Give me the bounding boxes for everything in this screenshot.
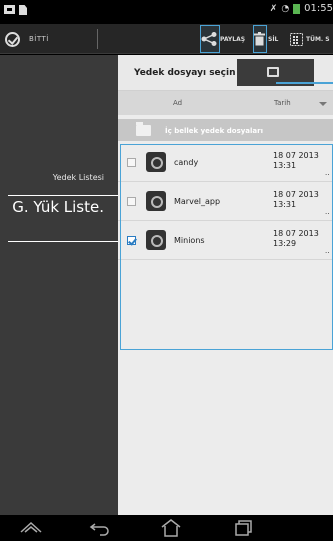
panel-title: Yedek dosyayı seçin [134, 68, 236, 78]
divider [97, 29, 98, 49]
trash-icon [254, 32, 265, 46]
home-button[interactable] [158, 518, 184, 538]
column-header: Ad Tarih [118, 91, 333, 115]
collapse-button[interactable] [18, 518, 44, 538]
file-icon [19, 5, 27, 15]
navigation-bar [0, 515, 333, 541]
notification-icon [4, 5, 15, 14]
back-icon [89, 523, 109, 536]
backup-list-title: Yedek Listesi [52, 173, 104, 182]
section-header: İç bellek yedek dosyaları [118, 119, 333, 141]
backup-list-name[interactable]: G. Yük Liste. [4, 198, 104, 217]
mute-icon: ✗ [269, 3, 278, 14]
select-all-icon [290, 32, 303, 46]
divider-top [8, 195, 118, 196]
sort-arrow-icon[interactable] [319, 102, 327, 106]
clock: 01:55 [304, 3, 333, 14]
select-all-label: TÜM. S [306, 35, 330, 43]
status-icons-left [4, 5, 27, 15]
back-button[interactable] [88, 518, 114, 538]
delete-label: SİL [268, 35, 279, 43]
list-highlight [120, 144, 333, 350]
action-bar: BİTTİ PAYLAŞ SİL TÜM. S [0, 24, 333, 54]
select-all-button[interactable]: TÜM. S [290, 28, 330, 50]
folder-icon [267, 67, 279, 77]
recents-button[interactable] [230, 518, 256, 538]
share-button[interactable]: PAYLAŞ [201, 28, 245, 50]
section-label: İç bellek yedek dosyaları [165, 127, 263, 135]
right-panel: Yedek dosyayı seçin Ad Tarih İç bellek y… [118, 55, 333, 515]
column-date[interactable]: Tarih [274, 99, 291, 107]
column-name[interactable]: Ad [173, 99, 182, 107]
battery-icon [293, 3, 301, 14]
panel-header: Yedek dosyayı seçin [118, 55, 333, 91]
status-bar: ✗ ◔ 01:55 [0, 0, 333, 24]
share-label: PAYLAŞ [220, 35, 246, 43]
chevron-up-icon [20, 521, 42, 533]
folder-highlight [276, 82, 333, 84]
share-icon [201, 32, 217, 46]
recents-icon [235, 520, 252, 536]
done-label: BİTTİ [29, 35, 49, 43]
wifi-icon: ◔ [281, 3, 290, 14]
status-icons-right: ✗ ◔ 01:55 [270, 3, 333, 14]
home-icon [161, 519, 181, 537]
delete-button[interactable]: SİL [254, 28, 278, 50]
divider-bottom [8, 241, 118, 242]
left-panel: Yedek Listesi G. Yük Liste. [0, 55, 118, 515]
check-circle-icon [5, 31, 20, 47]
folder-icon [136, 122, 151, 136]
done-button[interactable]: BİTTİ [5, 29, 49, 49]
